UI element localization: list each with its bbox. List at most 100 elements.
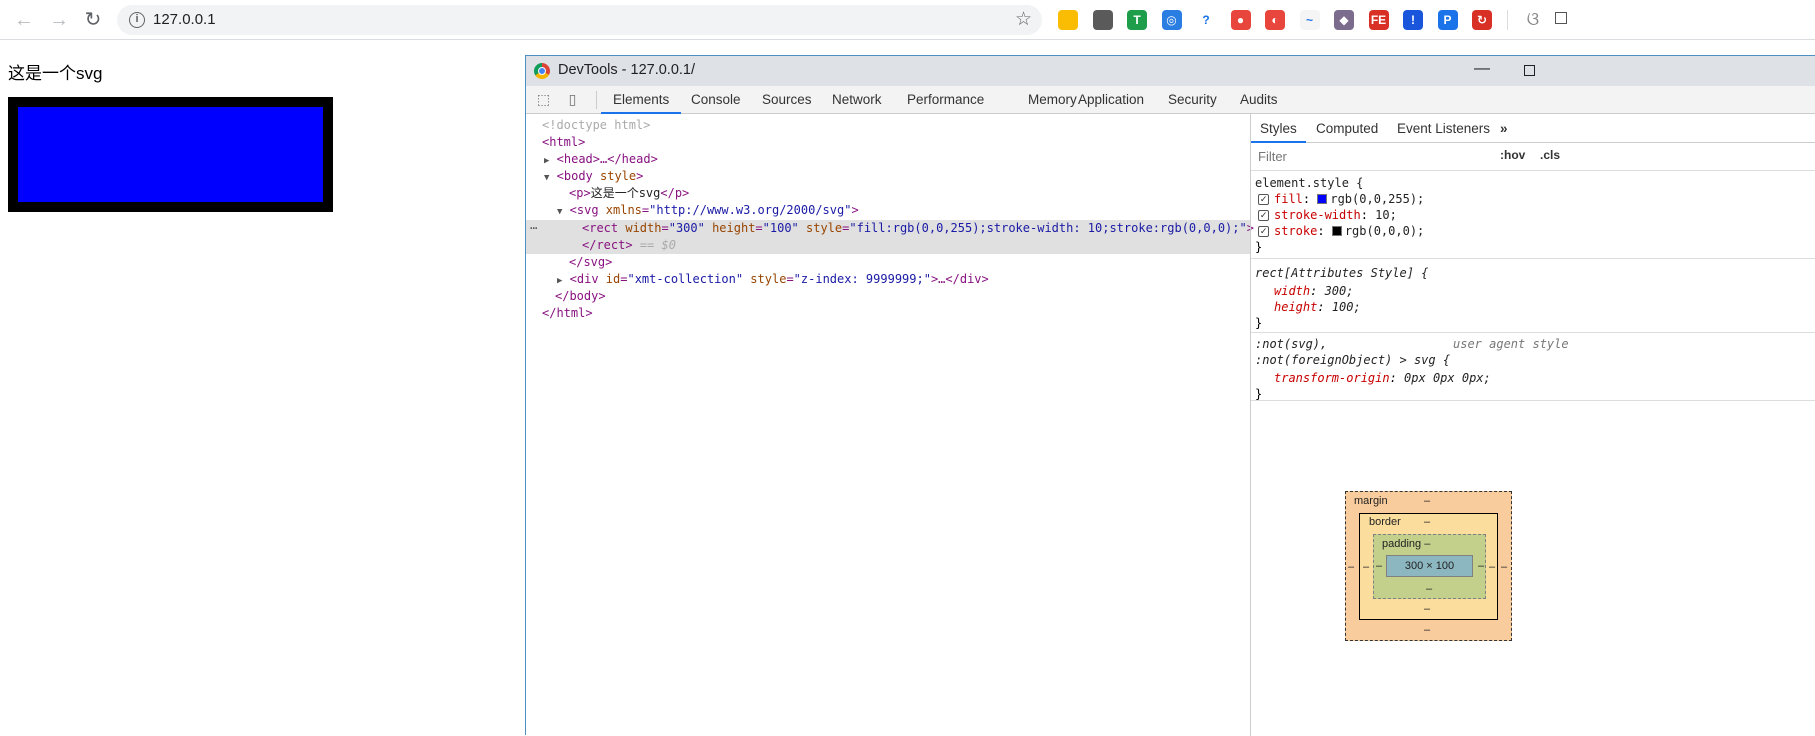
checkbox-stroke-width[interactable]: ✓ <box>1258 210 1269 221</box>
maximize-icon[interactable] <box>1524 65 1535 76</box>
prop-fill[interactable]: fill: rgb(0,0,255); <box>1274 191 1424 207</box>
margin-left-value: – <box>1348 561 1355 573</box>
inspect-element-icon[interactable]: ⬚ <box>536 92 551 107</box>
address-bar[interactable]: i 127.0.0.1 ☆ <box>117 5 1042 35</box>
refresh-ext-icon[interactable]: ↻ <box>1472 10 1492 30</box>
dom-rect-close[interactable]: </rect> == $0 <box>582 237 676 254</box>
bookmark-ext-icon[interactable]: ! <box>1403 10 1423 30</box>
tab-console[interactable]: Console <box>679 86 753 114</box>
dom-svg-open[interactable]: ▼ <svg xmlns="http://www.w3.org/2000/svg… <box>557 202 859 219</box>
devtools-tabbar: ⬚ ▯ Elements Console Sources Network Per… <box>526 86 1815 114</box>
dom-html-close[interactable]: </html> <box>542 305 593 322</box>
element-style-rule: element.style { ✓ fill: rgb(0,0,255); ✓ … <box>1251 171 1815 259</box>
element-style-selector: element.style { <box>1255 176 1364 190</box>
expand-triangle-icon: ▶ <box>557 276 563 286</box>
dom-p[interactable]: <p>这是一个svg</p> <box>569 185 689 202</box>
subtab-computed[interactable]: Computed <box>1307 114 1387 143</box>
p-ext-icon[interactable]: P <box>1437 10 1458 30</box>
minimize-icon[interactable]: — <box>1474 60 1490 78</box>
browser-toolbar: ← → ↻ i 127.0.0.1 ☆ T ◎? ● ◐ ~ ◆ FE! P ↻ ଓ <box>0 0 1815 40</box>
styles-pane: Styles Computed Event Listeners » Filter… <box>1251 114 1815 736</box>
dom-doctype[interactable]: <!doctype html> <box>542 117 650 134</box>
cls-button[interactable]: .cls <box>1540 148 1560 162</box>
prop-width: width: 300; <box>1274 284 1354 298</box>
ua-selector-2: :not(foreignObject) > svg { <box>1255 353 1451 367</box>
help-ext-icon[interactable]: ? <box>1196 10 1216 30</box>
close-brace: } <box>1255 240 1263 254</box>
extensions-menu-icon[interactable] <box>1555 12 1567 24</box>
bookmark-star-icon[interactable]: ☆ <box>1015 8 1032 31</box>
url-text[interactable]: 127.0.0.1 <box>153 11 216 28</box>
tab-sources[interactable]: Sources <box>750 86 824 114</box>
expand-triangle-icon: ▶ <box>544 156 550 166</box>
ua-label: user agent style <box>1453 337 1569 351</box>
dom-body-close[interactable]: </body> <box>555 288 606 305</box>
dom-svg-close[interactable]: </svg> <box>569 254 612 271</box>
location-ext-icon[interactable]: ● <box>1230 10 1251 30</box>
checkbox-stroke[interactable]: ✓ <box>1258 226 1269 237</box>
box-model-content[interactable]: 300 × 100 <box>1386 555 1473 577</box>
tab-elements[interactable]: Elements <box>601 86 682 114</box>
page-paragraph: 这是一个svg <box>8 64 103 83</box>
padding-bottom-value: – <box>1426 583 1433 595</box>
ua-selector-1: :not(svg), <box>1255 337 1328 351</box>
elements-panel: <!doctype html> <html> ▶ <head>…</head> … <box>526 114 1254 736</box>
profile-icon[interactable]: ଓ <box>1521 9 1545 31</box>
chrome-logo-icon <box>534 63 550 79</box>
prop-height: height: 100; <box>1274 300 1361 314</box>
border-bottom-value: – <box>1424 603 1431 615</box>
swirl-ext-icon[interactable]: ~ <box>1299 10 1320 30</box>
dom-head[interactable]: ▶ <head>…</head> <box>544 151 658 168</box>
box-model-margin[interactable]: margin – – – – border – – – – padding – … <box>1345 491 1512 641</box>
device-toolbar-icon[interactable]: ▯ <box>565 92 580 107</box>
toolbar-separator <box>1506 10 1508 30</box>
dom-rect-open[interactable]: <rect width="300" height="100" style="fi… <box>582 220 1254 237</box>
close-brace: } <box>1255 387 1263 401</box>
padding-right-value: – <box>1478 560 1485 572</box>
hov-button[interactable]: :hov <box>1500 148 1525 162</box>
red-circle-ext-icon[interactable]: ◐ <box>1265 10 1285 30</box>
info-icon[interactable]: i <box>129 12 145 28</box>
dom-html-open[interactable]: <html> <box>542 134 585 151</box>
prop-stroke-width[interactable]: stroke-width: 10; <box>1274 207 1397 223</box>
cat-ext-icon[interactable]: ◆ <box>1334 10 1354 30</box>
tab-audits[interactable]: Audits <box>1228 86 1290 114</box>
close-brace: } <box>1255 316 1263 330</box>
tab-security[interactable]: Security <box>1156 86 1229 114</box>
border-left-value: – <box>1363 561 1370 573</box>
border-top-value: – <box>1424 516 1431 528</box>
tab-network[interactable]: Network <box>820 86 894 114</box>
reload-icon[interactable]: ↻ <box>81 8 105 32</box>
extension-icons: T ◎? ● ◐ ~ ◆ FE! P ↻ <box>1058 10 1522 30</box>
fe-ext-icon[interactable]: FE <box>1368 10 1389 30</box>
dom-more-dots[interactable]: ⋯ <box>530 220 537 237</box>
attributes-style-rule: rect[Attributes Style] { width: 300; hei… <box>1251 259 1815 333</box>
styles-filter-input[interactable]: Filter <box>1254 146 1492 168</box>
subtab-styles[interactable]: Styles <box>1251 114 1306 143</box>
checkbox-fill[interactable]: ✓ <box>1258 194 1269 205</box>
forward-arrow-icon[interactable]: → <box>47 8 71 32</box>
margin-label: margin <box>1354 495 1388 507</box>
box-model-padding[interactable]: padding – – – – 300 × 100 <box>1373 534 1486 599</box>
prop-stroke[interactable]: stroke: rgb(0,0,0); <box>1274 223 1424 239</box>
collapse-triangle-icon: ▼ <box>544 173 550 183</box>
box-model-border[interactable]: border – – – – padding – – – – 300 × 100 <box>1359 513 1498 620</box>
compass-ext-icon[interactable]: ◎ <box>1161 10 1182 30</box>
padding-left-value: – <box>1376 560 1383 572</box>
padding-label: padding – <box>1382 538 1431 550</box>
screenshot-ext-icon[interactable] <box>1092 10 1113 30</box>
dom-div[interactable]: ▶ <div id="xmt-collection" style="z-inde… <box>557 271 989 288</box>
user-agent-rule: :not(svg), user agent style :not(foreign… <box>1251 333 1815 401</box>
google-drive-icon[interactable] <box>1058 10 1078 30</box>
prop-transform-origin: transform-origin: 0px 0px 0px; <box>1274 371 1491 385</box>
shield-ext-icon[interactable]: T <box>1127 10 1147 30</box>
tab-application[interactable]: Application <box>1066 86 1156 114</box>
dom-body-open[interactable]: ▼ <body style> <box>544 168 643 185</box>
border-right-value: – <box>1489 561 1496 573</box>
tab-performance[interactable]: Performance <box>895 86 996 114</box>
border-label: border <box>1369 516 1401 528</box>
more-tabs-icon[interactable]: » <box>1491 114 1517 143</box>
subtab-event-listeners[interactable]: Event Listeners <box>1388 114 1499 143</box>
devtools-window: DevTools - 127.0.0.1/ — ⬚ ▯ Elements Con… <box>525 55 1815 736</box>
back-arrow-icon[interactable]: ← <box>12 8 36 32</box>
